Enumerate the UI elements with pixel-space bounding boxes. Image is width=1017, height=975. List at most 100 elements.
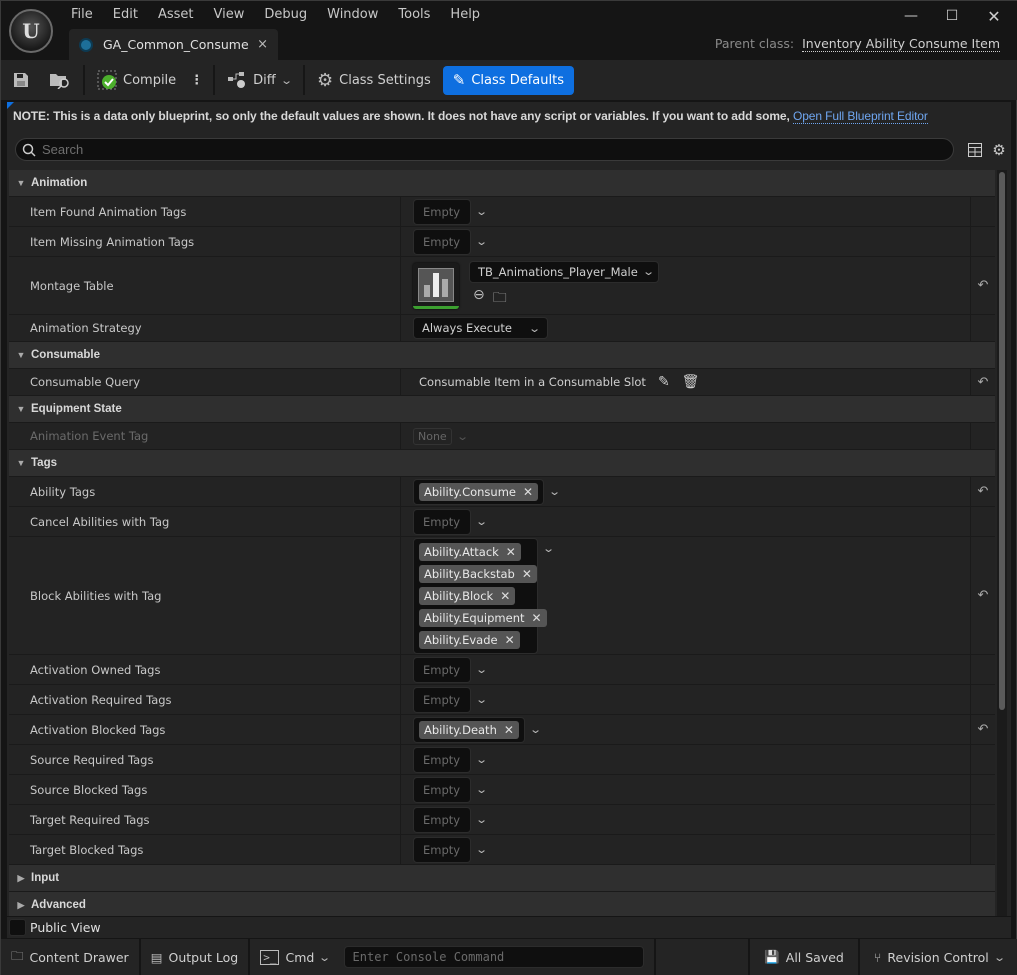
tag-chip[interactable]: Ability.Evade ✕ [419,631,520,649]
tag-container[interactable]: Ability.Consume ✕ [413,478,545,505]
tag-container-empty[interactable]: Empty [413,198,471,225]
tag-container-empty[interactable]: Empty [413,656,471,683]
chevron-down-icon[interactable]: ⌄ [475,693,488,706]
reset-to-default-icon[interactable]: ↶ [971,477,995,506]
reset-to-default-icon[interactable]: ↶ [971,257,995,314]
chevron-down-icon[interactable]: ⌄ [475,205,488,218]
open-full-editor-link[interactable]: Open Full Blueprint Editor [792,109,928,124]
unreal-logo[interactable]: U [9,9,53,53]
chevron-down-icon[interactable]: ⌄ [542,542,555,555]
tag-container-empty[interactable]: Empty [413,806,471,833]
chevron-down-icon[interactable]: ⌄ [475,843,488,856]
output-log-button[interactable]: ▤ Output Log [141,939,251,975]
menu-window[interactable]: Window [317,5,388,24]
minimize-button[interactable]: — [896,5,926,27]
parent-class-link[interactable]: Inventory Ability Consume Item [802,36,1000,52]
menu-debug[interactable]: Debug [254,5,317,24]
category-tags[interactable]: ▼ Tags [9,450,995,477]
tag-container-empty[interactable]: Empty [413,686,471,713]
tag-chip[interactable]: Ability.Block ✕ [419,587,516,605]
edit-pencil-icon[interactable]: ✎ [658,374,670,390]
table-view-button[interactable] [965,140,985,160]
menu-view[interactable]: View [204,5,255,24]
tag-chip[interactable]: Ability.Equipment ✕ [419,609,547,627]
property-row: Item Found Animation Tags Empty ⌄ [9,197,995,227]
use-selected-icon[interactable]: ⊖ [473,287,485,311]
compile-button[interactable]: Compile [89,65,184,95]
scrollbar[interactable] [997,170,1007,916]
maximize-button[interactable]: ☐ [937,5,967,27]
remove-tag-icon[interactable]: ✕ [504,723,514,737]
category-input[interactable]: ▶ Input [9,865,995,892]
remove-tag-icon[interactable]: ✕ [506,545,516,559]
search-field[interactable] [15,138,954,161]
class-settings-label: Class Settings [339,72,431,88]
revision-control-button[interactable]: ⑂ Revision Control ⌄ [860,939,1017,975]
menu-file[interactable]: File [61,5,103,24]
category-equipment-state[interactable]: ▼ Equipment State [9,396,995,423]
category-advanced[interactable]: ▶ Advanced [9,892,995,916]
tag-container-empty[interactable]: Empty [413,836,471,863]
public-view-checkbox[interactable] [9,919,26,936]
chevron-down-icon[interactable]: ⌄ [529,723,542,736]
tag-container-empty[interactable]: Empty [413,508,471,535]
chevron-down-icon[interactable]: ⌄ [475,663,488,676]
class-settings-button[interactable]: ⚙ Class Settings [309,65,439,95]
reset-to-default-icon[interactable]: ↶ [971,715,995,744]
animation-strategy-dropdown[interactable]: Always Execute ⌄ [413,317,549,339]
tag-chip[interactable]: Ability.Backstab ✕ [419,565,537,583]
property-value: None ⌄ [401,423,971,449]
chevron-down-icon[interactable]: ⌄ [475,813,488,826]
menu-tools[interactable]: Tools [388,5,440,24]
chevron-down-icon[interactable]: ⌄ [475,515,488,528]
tag-container[interactable]: Ability.Death ✕ [413,716,525,743]
tag-chip[interactable]: Ability.Death ✕ [419,720,519,739]
tag-container[interactable]: Ability.Attack ✕ Ability.Backstab ✕ Abilit… [413,538,547,654]
category-label: Tags [31,457,57,469]
reset-to-default-icon[interactable]: ↶ [971,369,995,395]
terminal-icon: >_ [260,949,280,965]
tag-container-empty[interactable]: Empty [413,746,471,773]
class-defaults-button[interactable]: ✎ Class Defaults [442,65,574,95]
tag-container-empty[interactable]: Empty [413,228,471,255]
settings-button[interactable]: ⚙ [989,140,1009,160]
diff-button[interactable]: Diff ⌄ [219,65,299,95]
tab-ga-common-consume[interactable]: GA_Common_Consume × [69,29,278,60]
category-consumable[interactable]: ▼ Consumable [9,342,995,369]
search-input[interactable] [42,142,922,157]
scrollbar-thumb[interactable] [999,172,1005,710]
all-saved-button[interactable]: 💾 All Saved [750,939,860,975]
tag-chip[interactable]: Ability.Consume ✕ [419,482,539,501]
public-view-label: Public View [30,920,101,935]
browse-button[interactable] [41,65,79,95]
reset-to-default-icon[interactable]: ↶ [971,537,995,654]
console-command-field[interactable] [343,946,644,968]
chevron-down-icon[interactable]: ⌄ [548,485,561,498]
chevron-down-icon[interactable]: ⌄ [475,753,488,766]
chevron-down-icon[interactable]: ⌄ [475,783,488,796]
close-window-button[interactable]: ✕ [979,5,1009,27]
menu-edit[interactable]: Edit [103,5,148,24]
console-input[interactable] [344,950,643,964]
remove-tag-icon[interactable]: ✕ [500,589,510,603]
data-table-thumbnail[interactable] [413,262,459,309]
cmd-dropdown[interactable]: >_ Cmd ⌄ [250,939,653,975]
tag-container-empty[interactable]: Empty [413,776,471,803]
save-button[interactable] [1,65,41,95]
remove-tag-icon[interactable]: ✕ [522,567,532,581]
remove-tag-icon[interactable]: ✕ [523,485,533,499]
property-value: Ability.Consume ✕ ⌄ [401,477,971,506]
chevron-down-icon[interactable]: ⌄ [475,235,488,248]
compile-options-button[interactable]: ⋮ [184,65,209,95]
remove-tag-icon[interactable]: ✕ [505,633,515,647]
tab-close-icon[interactable]: × [257,37,268,52]
asset-combo[interactable]: TB_Animations_Player_Male ⌄ [469,260,659,283]
browse-asset-icon[interactable]: 🗀 [493,287,507,311]
category-animation[interactable]: ▼ Animation [9,170,995,197]
tag-chip[interactable]: Ability.Attack ✕ [419,543,521,561]
content-drawer-button[interactable]: 🗀 Content Drawer [1,939,141,975]
trash-icon[interactable]: 🗑 [682,374,700,390]
menu-help[interactable]: Help [440,5,490,24]
menu-asset[interactable]: Asset [148,5,204,24]
remove-tag-icon[interactable]: ✕ [532,611,542,625]
